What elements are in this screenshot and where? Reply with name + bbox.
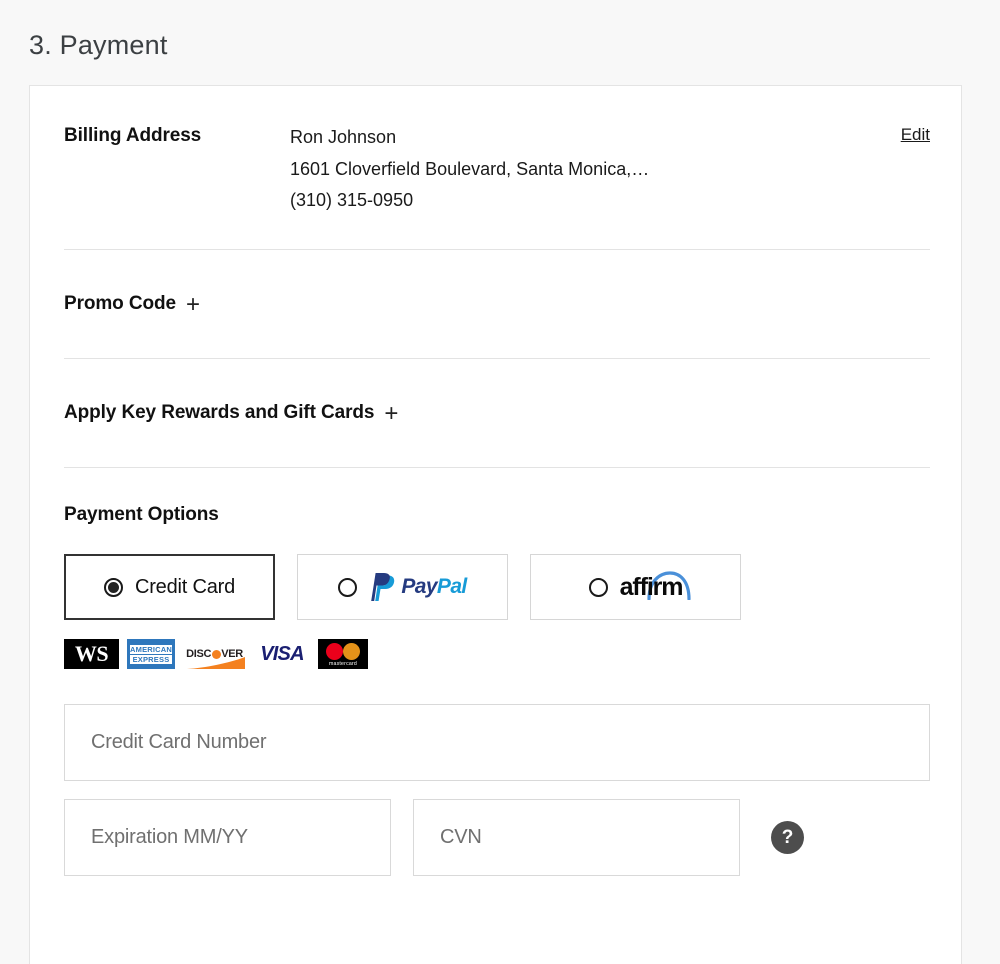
- radio-paypal[interactable]: [338, 577, 358, 597]
- payment-options-section: Payment Options Credit Card PayPal affir…: [64, 468, 930, 876]
- promo-code-row[interactable]: Promo Code +: [64, 250, 930, 358]
- accepted-card-brands: WS AMERICAN EXPRESS DISC VER VISA master…: [64, 638, 930, 670]
- paypal-mark-icon: [369, 572, 396, 602]
- billing-phone: (310) 315-0950: [290, 190, 414, 210]
- radio-credit-card[interactable]: [103, 577, 123, 597]
- credit-card-number-input[interactable]: [64, 704, 930, 781]
- payment-option-affirm[interactable]: affirm: [530, 554, 741, 620]
- mastercard-yellow-circle: [343, 643, 360, 660]
- plus-icon: +: [384, 400, 399, 427]
- discover-text-pre: DISC: [186, 648, 212, 660]
- payment-card-inner: Billing Address Ron Johnson 1601 Cloverf…: [64, 86, 930, 876]
- affirm-text: affirm: [619, 572, 684, 601]
- mastercard-label: mastercard: [329, 661, 357, 667]
- cvn-help-icon[interactable]: ?: [771, 821, 804, 854]
- amex-line-2: EXPRESS: [130, 654, 172, 664]
- promo-code-label: Promo Code: [64, 293, 176, 314]
- paypal-logo: PayPal: [369, 572, 467, 602]
- payment-option-credit-card[interactable]: Credit Card: [64, 554, 275, 620]
- payment-option-credit-card-label: Credit Card: [134, 575, 236, 598]
- radio-affirm[interactable]: [588, 577, 608, 597]
- brand-visa-icon: VISA: [254, 639, 310, 669]
- expiration-date-input[interactable]: [64, 799, 391, 876]
- billing-address-label: Billing Address: [64, 125, 202, 146]
- billing-address-row: Billing Address Ron Johnson 1601 Cloverf…: [64, 86, 930, 249]
- rewards-giftcards-label: Apply Key Rewards and Gift Cards: [64, 402, 375, 423]
- payment-section-page: 3. Payment Billing Address Ron Johnson 1…: [0, 0, 1000, 964]
- payment-option-paypal[interactable]: PayPal: [297, 554, 508, 620]
- cvn-input[interactable]: [413, 799, 740, 876]
- payment-card-panel: Billing Address Ron Johnson 1601 Cloverf…: [29, 85, 962, 964]
- payment-options-title: Payment Options: [64, 504, 219, 525]
- discover-dot-icon: [211, 649, 221, 659]
- mastercard-red-circle: [326, 643, 343, 660]
- amex-line-1: AMERICAN: [130, 644, 173, 654]
- page-title: 3. Payment: [29, 30, 168, 60]
- plus-icon: +: [185, 291, 200, 318]
- billing-name: Ron Johnson: [290, 127, 397, 147]
- edit-billing-address-button[interactable]: Edit: [901, 125, 930, 145]
- rewards-giftcards-toggle[interactable]: Apply Key Rewards and Gift Cards +: [64, 400, 399, 427]
- rewards-giftcards-row[interactable]: Apply Key Rewards and Gift Cards +: [64, 359, 930, 467]
- paypal-text-secondary: Pal: [436, 575, 467, 598]
- brand-amex-icon: AMERICAN EXPRESS: [127, 639, 175, 669]
- affirm-logo: affirm: [619, 570, 692, 602]
- discover-text-post: VER: [221, 648, 243, 660]
- billing-address-details: Ron Johnson 1601 Cloverfield Boulevard, …: [290, 122, 790, 217]
- paypal-text-primary: Pay: [401, 575, 437, 598]
- brand-ws-icon: WS: [64, 639, 119, 669]
- expiration-cvn-row: ?: [64, 799, 930, 876]
- brand-mastercard-icon: mastercard: [318, 639, 368, 669]
- payment-options-tiles: Credit Card PayPal affirm: [64, 554, 930, 620]
- promo-code-toggle[interactable]: Promo Code +: [64, 291, 200, 318]
- brand-discover-icon: DISC VER: [183, 639, 246, 669]
- billing-street: 1601 Cloverfield Boulevard, Santa Monica…: [290, 158, 650, 179]
